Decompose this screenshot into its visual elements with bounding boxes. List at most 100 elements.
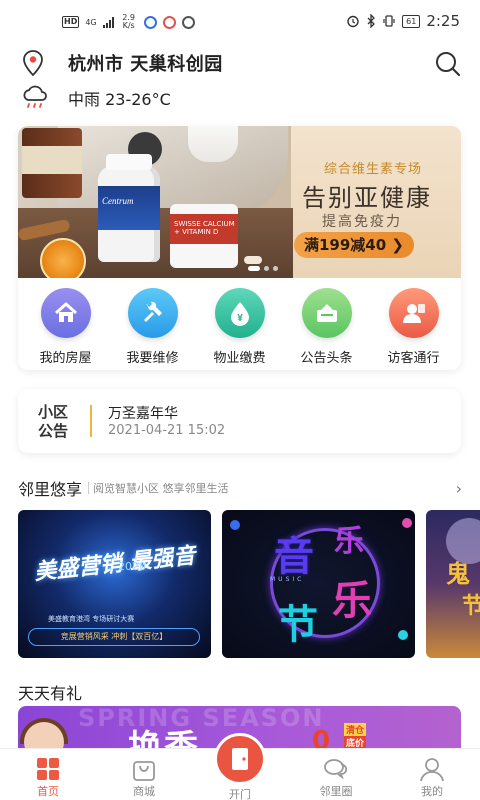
door-icon: [214, 733, 266, 785]
banner-cloth: [58, 126, 288, 216]
tab-mall[interactable]: 商城: [96, 749, 192, 800]
bottom-tab-bar: 首页 商城 开门 邻里圈 我的: [0, 733, 480, 800]
neighbor-section-header[interactable]: 邻里悠享 阅览智慧小区 悠享邻里生活 ›: [18, 476, 462, 500]
decor-dot: [402, 518, 412, 528]
poster-title: 美盛营销 最强音: [33, 543, 197, 586]
community-notice[interactable]: 小区 公告 万圣嘉年华 2021-04-21 15:02: [18, 389, 461, 453]
banner-subtitle: 综合维生素专场: [324, 162, 423, 177]
network-type: 4G: [85, 17, 97, 27]
poster-char: 节: [278, 602, 318, 648]
app-notification-icon: [162, 15, 176, 29]
decor-dot: [398, 630, 408, 640]
clock: 2:25: [426, 12, 460, 30]
decor-dot: [230, 520, 240, 530]
notice-divider: [90, 405, 92, 437]
notice-tag-line1: 小区: [38, 403, 69, 421]
tab-neighbor-circle[interactable]: 邻里圈: [288, 749, 384, 800]
tab-label: 商城: [133, 785, 155, 798]
status-right: 61 2:25: [346, 12, 460, 30]
status-bar: HD 4G 2.9 K/s 61 2:25: [0, 0, 480, 42]
shortcut-repair[interactable]: 我要维修: [113, 288, 193, 368]
weather-text: 中雨 23-26°C: [68, 90, 171, 109]
tab-label: 首页: [37, 785, 59, 798]
weather-row: 中雨 23-26°C: [20, 84, 171, 112]
wrench-icon: [127, 288, 178, 338]
banner-title: 告别亚健康: [302, 184, 432, 212]
user-icon: [420, 758, 444, 782]
shortcut-label: 访客通行: [387, 351, 440, 366]
shortcut-label: 公告头条: [300, 351, 353, 366]
chat-bubbles-icon: [324, 759, 348, 780]
daily-gift-title: 天天有礼: [18, 684, 83, 703]
promo-bg-text: SPRING SEASON: [78, 706, 325, 732]
app-notification-icon: [181, 15, 195, 29]
notice-tag: 小区 公告: [38, 403, 76, 441]
swisse-bottle: SWISSE CALCIUM + VITAMIN D: [170, 204, 238, 268]
tab-open-door[interactable]: 开门: [192, 733, 288, 800]
notice-title[interactable]: 万圣嘉年华: [108, 403, 178, 423]
shortcut-label: 物业缴费: [213, 351, 266, 366]
poster-footer: 竞展营销风采 冲刺【双百亿】: [28, 628, 200, 646]
rain-cloud-icon: [23, 85, 47, 108]
milk-glass: [188, 126, 238, 162]
location-row[interactable]: 杭州市 天巢科创园: [18, 48, 462, 78]
battery-icon: 61: [402, 14, 421, 28]
section-title: 邻里悠享: [18, 480, 83, 499]
location-name[interactable]: 杭州市 天巢科创园: [68, 50, 223, 76]
promo-banner[interactable]: Centrum SWISSE CALCIUM + VITAMIN D 综合维生素…: [18, 126, 461, 278]
poster-char: 乐: [332, 578, 372, 624]
notice-board-icon: [301, 288, 352, 338]
section-divider: [88, 482, 90, 494]
shortcut-label: 我的房屋: [39, 351, 92, 366]
notice-tag-line2: 公告: [38, 422, 69, 440]
poster-carousel: 美盛营销 最强音 2020 美盛教育港湾 专场研讨大赛 竞展营销风采 冲刺【双百…: [18, 510, 480, 658]
bottle-brand: Centrum: [102, 196, 134, 206]
banner-tagline: 提高免疫力: [322, 214, 402, 230]
bottle2-label: SWISSE CALCIUM + VITAMIN D: [174, 220, 235, 236]
shortcut-label: 我要维修: [126, 351, 179, 366]
status-left: HD 4G 2.9 K/s: [62, 14, 195, 30]
notice-time: 2021-04-21 15:02: [108, 423, 226, 438]
signal-icon: [102, 16, 114, 28]
location-pin-icon: [23, 50, 43, 77]
hd-badge: HD: [62, 16, 80, 28]
search-icon[interactable]: [434, 50, 462, 78]
shortcut-notices[interactable]: 公告头条: [287, 288, 367, 368]
tab-label: 邻里圈: [319, 785, 353, 798]
section-desc: 阅览智慧小区 悠享邻里生活: [93, 482, 229, 495]
banner-discount-button[interactable]: 满199减40 ❯: [294, 232, 414, 258]
poster-subtitle: 美盛教育港湾 专场研讨大赛: [48, 615, 135, 623]
house-icon: [40, 288, 91, 338]
tab-label: 我的: [421, 785, 443, 798]
promo-number: 0: [312, 726, 331, 750]
network-speed: 2.9 K/s: [122, 13, 135, 30]
shortcut-grid: 我的房屋 我要维修 ¥ 物业缴费 公告头条 访客通行: [18, 288, 461, 368]
poster-char: 音: [274, 534, 314, 580]
chevron-right-icon[interactable]: ›: [456, 479, 462, 498]
shortcut-visitor[interactable]: 访客通行: [374, 288, 454, 368]
poster-char: 节: [462, 594, 480, 619]
product-jar: [22, 128, 82, 198]
bluetooth-icon: [367, 14, 376, 28]
poster-card[interactable]: 鬼 节: [426, 510, 480, 658]
orange-slice: [40, 238, 86, 278]
poster-card[interactable]: 美盛营销 最强音 2020 美盛教育港湾 专场研讨大赛 竞展营销风采 冲刺【双百…: [18, 510, 211, 658]
centrum-bottle: Centrum: [98, 154, 160, 262]
pills: [244, 256, 262, 264]
visitor-icon: [388, 288, 439, 338]
tab-home[interactable]: 首页: [0, 749, 96, 800]
app-notification-icon: [143, 15, 157, 29]
svg-text:¥: ¥: [237, 313, 243, 324]
shortcut-property-fee[interactable]: ¥ 物业缴费: [200, 288, 280, 368]
poster-year: 2020: [118, 560, 146, 573]
poster-music-label: MUSIC: [270, 576, 305, 583]
yen-drop-icon: ¥: [214, 288, 265, 338]
shopping-bag-icon: [133, 761, 155, 781]
poster-char: 乐: [334, 524, 364, 559]
tab-mine[interactable]: 我的: [384, 749, 480, 800]
poster-char: 鬼: [446, 560, 470, 588]
vibrate-icon: [383, 15, 395, 27]
home-grid-icon: [37, 758, 59, 780]
shortcut-my-house[interactable]: 我的房屋: [26, 288, 106, 368]
poster-card[interactable]: 音 乐 节 乐 MUSIC: [222, 510, 415, 658]
